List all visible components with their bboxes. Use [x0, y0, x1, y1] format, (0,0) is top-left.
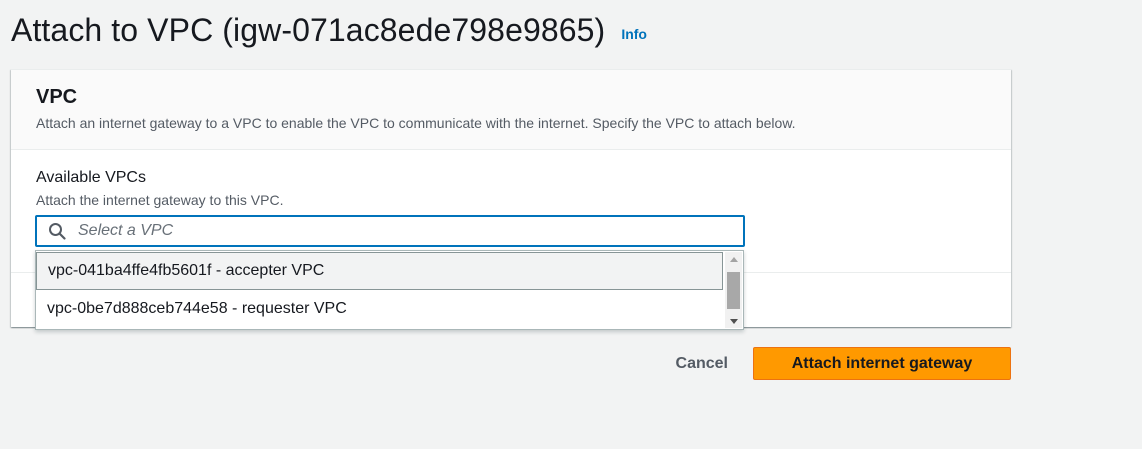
select-placeholder: Select a VPC — [78, 222, 174, 239]
container-title: VPC — [36, 86, 78, 108]
available-vpcs-label: Available VPCs — [36, 169, 146, 186]
vpc-option-label: vpc-041ba4ffe4fb5601f - accepter VPC — [48, 262, 325, 279]
vpc-dropdown-list: vpc-041ba4ffe4fb5601f - accepter VPC vpc… — [35, 250, 744, 330]
page-header: Attach to VPC (igw-071ac8ede798e9865) In… — [11, 8, 647, 52]
container-header: VPC Attach an internet gateway to a VPC … — [11, 70, 1011, 150]
info-link[interactable]: Info — [621, 26, 647, 42]
form-actions: Cancel Attach internet gateway — [676, 347, 1011, 380]
vpc-option[interactable]: vpc-041ba4ffe4fb5601f - accepter VPC — [36, 252, 723, 290]
cancel-button[interactable]: Cancel — [676, 347, 753, 380]
vpc-option[interactable]: vpc-0be7d888ceb744e58 - requester VPC — [36, 290, 723, 328]
vpc-option-label: vpc-0be7d888ceb744e58 - requester VPC — [47, 300, 347, 317]
dropdown-scrollbar[interactable] — [725, 252, 742, 328]
container-description: Attach an internet gateway to a VPC to e… — [36, 115, 796, 131]
search-icon — [48, 222, 66, 240]
page-title: Attach to VPC (igw-071ac8ede798e9865) — [11, 12, 606, 48]
available-vpcs-description: Attach the internet gateway to this VPC. — [36, 192, 284, 208]
vpc-select-input[interactable]: Select a VPC — [35, 215, 745, 247]
scroll-down-arrow-icon[interactable] — [725, 314, 742, 328]
scrollbar-thumb[interactable] — [727, 272, 740, 309]
attach-internet-gateway-button[interactable]: Attach internet gateway — [753, 347, 1011, 380]
scroll-up-arrow-icon[interactable] — [725, 252, 742, 266]
